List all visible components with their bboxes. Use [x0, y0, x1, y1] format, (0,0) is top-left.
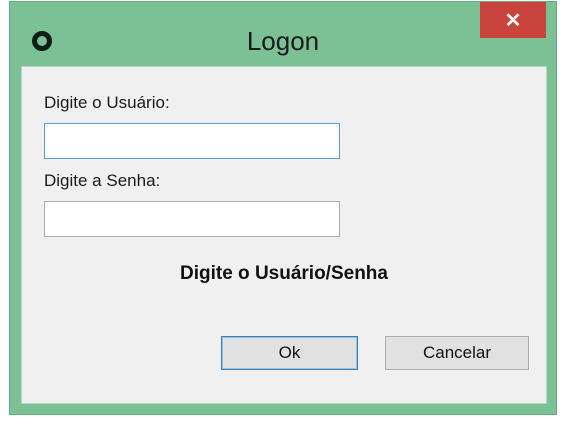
username-input[interactable]	[44, 123, 340, 159]
password-label: Digite a Senha:	[44, 171, 161, 190]
close-icon: ✕	[504, 9, 522, 32]
user-label: Digite o Usuário:	[44, 93, 170, 112]
dialog-body: Digite o Usuário: Digite a Senha: Digite…	[21, 66, 547, 404]
status-message: Digite o Usuário/Senha	[180, 263, 388, 284]
logon-window: Logon ✕ Digite o Usuário: Digite a Senha…	[9, 1, 557, 415]
close-button[interactable]: ✕	[480, 2, 546, 38]
ok-button[interactable]: Ok	[221, 336, 358, 370]
title-bar[interactable]: Logon ✕	[10, 2, 556, 66]
window-title: Logon	[246, 26, 320, 56]
cancel-button[interactable]: Cancelar	[385, 336, 529, 370]
password-input[interactable]	[44, 201, 340, 237]
